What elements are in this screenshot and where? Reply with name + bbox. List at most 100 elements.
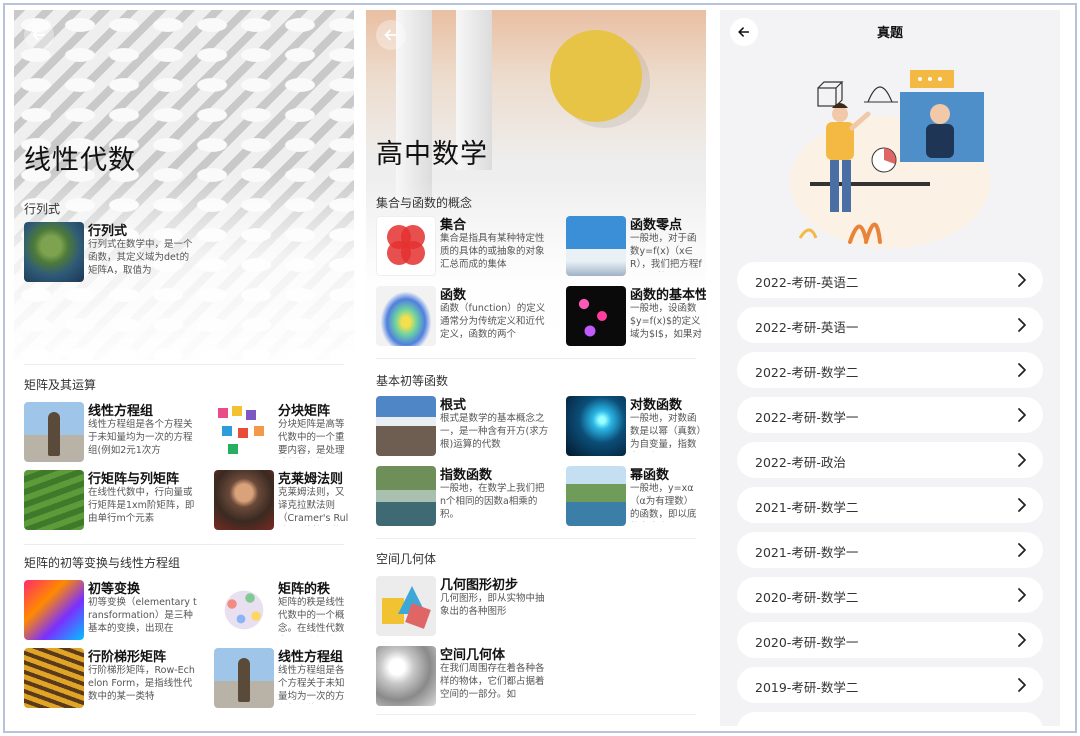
card-title: 指数函数 (440, 468, 493, 483)
field-photo-icon (24, 470, 84, 530)
page-title: 高中数学 (376, 139, 488, 170)
card-title: 初等变换 (88, 582, 141, 597)
card-desc: 分块矩阵是高等代数中的一个重要内容，是处理阶数较高的 (278, 419, 345, 456)
exam-label: 2021-考研-数学二 (755, 500, 859, 515)
card-title: 分块矩阵 (278, 404, 331, 419)
card-desc: 初等变换（elementary transformation）是三种基本的变换，… (88, 597, 197, 634)
exam-item[interactable]: 2022-考研-英语二 (737, 262, 1043, 298)
statue-photo-icon (24, 402, 84, 462)
exam-label: 2019-考研-数学二 (755, 680, 859, 695)
card-desc: 一般地，对于函数y=f(x)（x∈R），我们把方程f(x)=0的 (630, 233, 702, 270)
topic-card[interactable]: 集合 集合是指具有某种特定性质的具体的或抽象的对象汇总而成的集体 (376, 216, 556, 280)
card-title: 对数函数 (630, 398, 683, 413)
chevron-right-icon (1018, 498, 1026, 512)
card-desc: 在线性代数中，行向量或行矩阵是1xm阶矩阵，即由单行m个元素 (88, 487, 195, 524)
past-exams-screen: 真题 2022-考研-英语二 2022-考研-英语一 2022-考研-数学二 2… (720, 10, 1060, 726)
chevron-right-icon (1018, 588, 1026, 602)
surface-plot-icon (376, 286, 436, 346)
exam-item[interactable]: 2021-考研-数学二 (737, 487, 1043, 523)
card-desc: 函数（function）的定义通常分为传统定义和近代定义，函数的两个 (440, 303, 546, 340)
river-photo-icon (376, 466, 436, 526)
exam-item[interactable]: 2022-考研-数学一 (737, 397, 1043, 433)
topic-card[interactable]: 矩阵的秩 矩阵的秩是线性代数中的一个概念。在线性代数中，一个矩阵 (214, 580, 354, 644)
exam-item[interactable]: 2020-考研-数学二 (737, 577, 1043, 613)
exam-label: 2020-考研-数学二 (755, 590, 859, 605)
exam-item[interactable]: 2019-考研-数学二 (737, 667, 1043, 703)
exam-label: 2020-考研-数学一 (755, 635, 859, 650)
chevron-right-icon (1018, 543, 1026, 557)
card-title: 行阶梯形矩阵 (88, 650, 167, 665)
topic-card[interactable]: 对数函数 一般地，对数函数是以幂（真数）为自变量，指数为因变量 (566, 396, 706, 460)
exam-item[interactable]: 2021-考研-数学一 (737, 532, 1043, 568)
card-title: 克莱姆法则 (278, 472, 344, 487)
chevron-right-icon (1018, 318, 1026, 332)
hero-image (14, 10, 354, 360)
topic-card[interactable]: 指数函数 一般地，在数学上我们把n个相同的因数a相乘的积。 (376, 466, 556, 530)
exam-label: 2022-考研-英语一 (755, 320, 859, 335)
exam-item[interactable]: 2022-考研-英语一 (737, 307, 1043, 343)
topic-card[interactable]: 根式 根式是数学的基本概念之一，是一种含有开方(求方根)运算的代数 (376, 396, 556, 460)
shapes-3d-icon (376, 576, 436, 636)
page-title: 线性代数 (24, 145, 136, 176)
mountain-photo-icon (376, 396, 436, 456)
card-title: 集合 (440, 218, 467, 233)
earth-photo-icon (24, 222, 84, 282)
chevron-right-icon (1018, 408, 1026, 422)
topic-card[interactable]: 行列式 行列式在数学中，是一个函数，其定义域为det的矩阵A，取值为 (24, 222, 204, 286)
chevron-right-icon (1018, 453, 1026, 467)
card-title: 行矩阵与列矩阵 (88, 472, 180, 487)
topic-card[interactable]: 克莱姆法则 克莱姆法则，又译克拉默法则（Cramer's Rule）是线性代数 (214, 470, 354, 534)
card-desc: 集合是指具有某种特定性质的具体的或抽象的对象汇总而成的集体 (440, 233, 545, 270)
card-title: 矩阵的秩 (278, 582, 331, 597)
exam-item[interactable]: 2022-考研-政治 (737, 442, 1043, 478)
topic-card[interactable]: 行矩阵与列矩阵 在线性代数中，行向量或行矩阵是1xm阶矩阵，即由单行m个元素 (24, 470, 204, 534)
topic-card[interactable]: 初等变换 初等变换（elementary transformation）是三种基… (24, 580, 204, 644)
card-title: 函数 (440, 288, 467, 303)
exam-item-partial[interactable] (737, 712, 1043, 726)
card-title: 函数的基本性质 (630, 288, 706, 303)
venn-circles-icon (376, 216, 436, 276)
airplane-photo-icon (566, 216, 626, 276)
solids-photo-icon (376, 646, 436, 706)
topic-card[interactable]: 函数 函数（function）的定义通常分为传统定义和近代定义，函数的两个 (376, 286, 556, 350)
divider (24, 544, 344, 545)
particles-photo-icon (566, 396, 626, 456)
topic-card[interactable]: 几何图形初步 几何图形，即从实物中抽象出的各种图形 (376, 576, 556, 640)
topic-card[interactable]: 空间几何体 在我们周围存在着各种各样的物体，它们都占据着空间的一部分。如 (376, 646, 556, 710)
topic-card[interactable]: 幂函数 一般地，y=xα（α为有理数）的函数，即以底数为自变量，幂 (566, 466, 706, 530)
section-title: 空间几何体 (376, 552, 437, 566)
divider (376, 538, 696, 539)
back-button[interactable] (24, 20, 54, 50)
exam-item[interactable]: 2020-考研-数学一 (737, 622, 1043, 658)
section-title: 矩阵的初等变换与线性方程组 (24, 556, 181, 570)
card-desc: 矩阵的秩是线性代数中的一个概念。在线性代数中，一个矩阵 (278, 597, 345, 634)
exam-item[interactable]: 2022-考研-数学二 (737, 352, 1043, 388)
card-desc: 根式是数学的基本概念之一，是一种含有开方(求方根)运算的代数 (440, 413, 549, 450)
topic-card[interactable]: 函数零点 一般地，对于函数y=f(x)（x∈R），我们把方程f(x)=0的 (566, 216, 706, 280)
card-title: 空间几何体 (440, 648, 506, 663)
color-blocks-icon (214, 402, 274, 462)
exam-label: 2022-考研-数学二 (755, 365, 859, 380)
section-title: 集合与函数的概念 (376, 196, 473, 210)
back-button[interactable] (376, 20, 406, 50)
color-cube-icon (24, 580, 84, 640)
card-desc: 线性方程组是各个方程关于未知量均为一次的方程组(例如2元 (278, 665, 345, 702)
arrow-left-icon (32, 29, 45, 41)
arrow-left-icon (384, 29, 397, 41)
lake-photo-icon (566, 466, 626, 526)
topic-card[interactable]: 行阶梯形矩阵 行阶梯形矩阵，Row-Echelon Form，是指线性代数中的某… (24, 648, 204, 712)
topic-card[interactable]: 线性方程组 线性方程组是各个方程关于未知量均为一次的方程组(例如2元1次方 (24, 402, 204, 466)
exam-label: 2022-考研-政治 (755, 455, 846, 470)
chevron-right-icon (1018, 633, 1026, 647)
topic-card[interactable]: 线性方程组 线性方程组是各个方程关于未知量均为一次的方程组(例如2元 (214, 648, 354, 712)
dots-cluster-icon (214, 580, 274, 640)
card-title: 线性方程组 (88, 404, 154, 419)
card-desc: 一般地，设函数$y=f(x)$的定义域为$I$，如果对于 (630, 303, 702, 340)
topic-card[interactable]: 分块矩阵 分块矩阵是高等代数中的一个重要内容，是处理阶数较高的 (214, 402, 354, 466)
card-desc: 一般地，y=xα（α为有理数）的函数，即以底数为自变量，幂 (630, 483, 697, 520)
topic-card[interactable]: 函数的基本性质 一般地，设函数$y=f(x)$的定义域为$I$，如果对于 (566, 286, 706, 350)
card-title: 函数零点 (630, 218, 683, 233)
card-title: 线性方程组 (278, 650, 344, 665)
divider (376, 714, 696, 715)
section-title: 行列式 (24, 202, 61, 216)
